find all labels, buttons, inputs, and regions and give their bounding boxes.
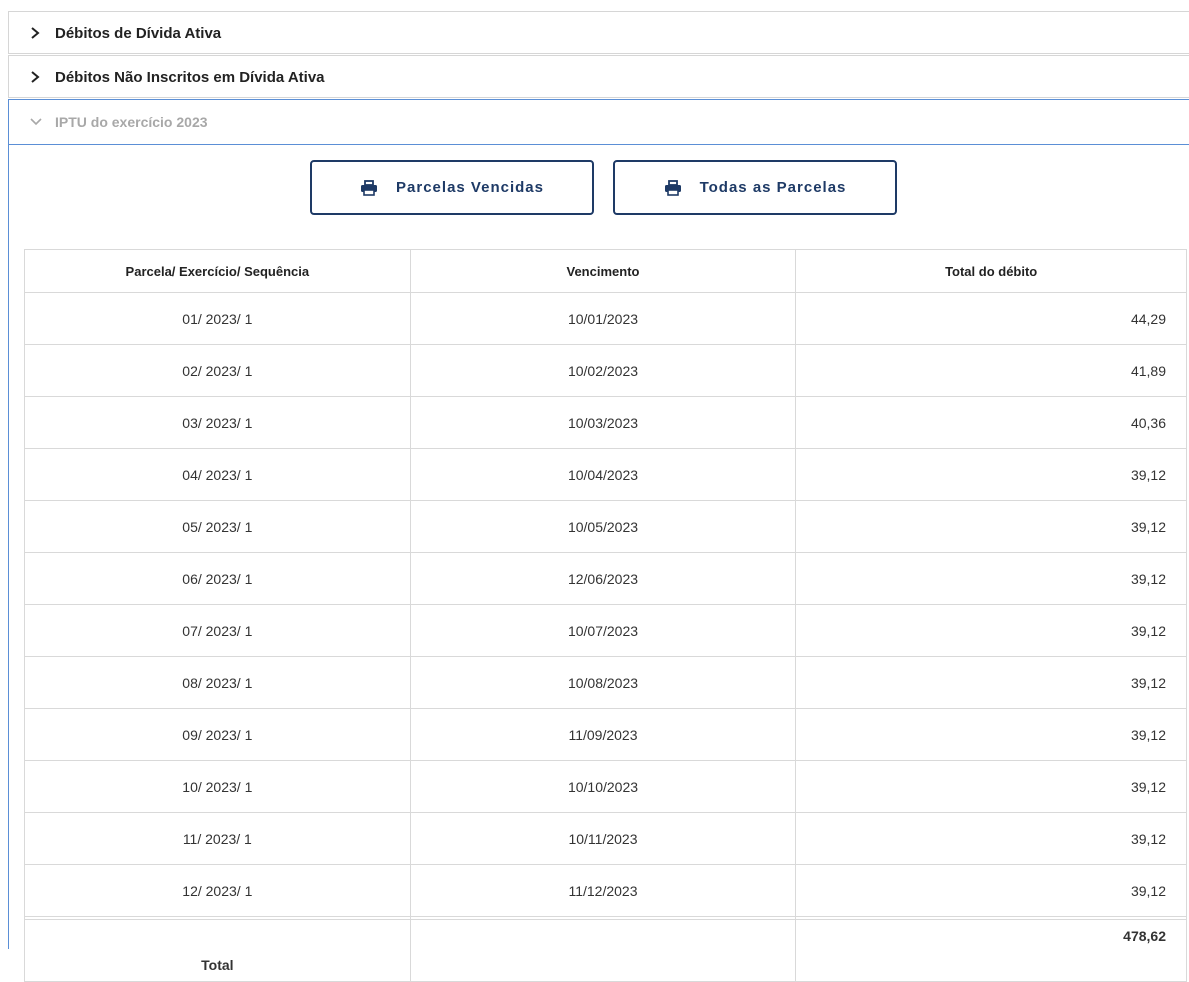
cell-parcela: 02/ 2023/ 1	[24, 344, 411, 397]
printer-icon	[664, 179, 682, 196]
table-header-row: Parcela/ Exercício/ Sequência Vencimento…	[24, 249, 1187, 293]
accordion-debitos-nao-inscritos[interactable]: Débitos Não Inscritos em Dívida Ativa	[8, 55, 1189, 98]
cell-total: 40,36	[795, 396, 1187, 449]
cell-vencimento: 10/01/2023	[409, 292, 797, 345]
table-row: 06/ 2023/ 1 12/06/2023 39,12	[24, 552, 1187, 605]
cell-vencimento: 10/02/2023	[409, 344, 797, 397]
cell-vencimento: 10/08/2023	[409, 656, 797, 709]
cell-total: 39,12	[795, 500, 1187, 553]
cell-total: 39,12	[795, 708, 1187, 761]
cell-parcela: 11/ 2023/ 1	[24, 812, 411, 865]
cell-total: 44,29	[795, 292, 1187, 345]
table-row: 09/ 2023/ 1 11/09/2023 39,12	[24, 708, 1187, 761]
table-row: 03/ 2023/ 1 10/03/2023 40,36	[24, 396, 1187, 449]
cell-parcela: 12/ 2023/ 1	[24, 864, 411, 917]
cell-parcela: 06/ 2023/ 1	[24, 552, 411, 605]
cell-total: 39,12	[795, 864, 1187, 917]
table-total-row: Total 478,62	[24, 919, 1187, 982]
total-empty-cell	[409, 919, 797, 982]
cell-parcela: 07/ 2023/ 1	[24, 604, 411, 657]
table-row: 10/ 2023/ 1 10/10/2023 39,12	[24, 760, 1187, 813]
cell-total: 39,12	[795, 604, 1187, 657]
total-label: Total	[24, 919, 411, 982]
cell-total: 39,12	[795, 812, 1187, 865]
cell-vencimento: 10/03/2023	[409, 396, 797, 449]
cell-total: 39,12	[795, 656, 1187, 709]
cell-vencimento: 11/12/2023	[409, 864, 797, 917]
table-row: 08/ 2023/ 1 10/08/2023 39,12	[24, 656, 1187, 709]
total-value: 478,62	[795, 919, 1187, 982]
cell-total: 39,12	[795, 448, 1187, 501]
cell-vencimento: 10/11/2023	[409, 812, 797, 865]
accordion-header[interactable]: IPTU do exercício 2023	[9, 100, 1189, 145]
cell-parcela: 03/ 2023/ 1	[24, 396, 411, 449]
column-header-parcela: Parcela/ Exercício/ Sequência	[24, 249, 411, 293]
chevron-down-icon	[29, 116, 47, 128]
accordion-debitos-divida-ativa[interactable]: Débitos de Dívida Ativa	[8, 11, 1189, 54]
parcelas-table: Parcela/ Exercício/ Sequência Vencimento…	[24, 249, 1187, 982]
chevron-right-icon	[29, 70, 47, 84]
printer-icon	[360, 179, 378, 196]
cell-vencimento: 11/09/2023	[409, 708, 797, 761]
table-row: 01/ 2023/ 1 10/01/2023 44,29	[24, 292, 1187, 345]
table-row: 11/ 2023/ 1 10/11/2023 39,12	[24, 812, 1187, 865]
chevron-right-icon	[29, 26, 47, 40]
cell-vencimento: 10/04/2023	[409, 448, 797, 501]
cell-vencimento: 10/07/2023	[409, 604, 797, 657]
table-row: 02/ 2023/ 1 10/02/2023 41,89	[24, 344, 1187, 397]
accordion-title: Débitos Não Inscritos em Dívida Ativa	[55, 68, 325, 86]
table-row: 05/ 2023/ 1 10/05/2023 39,12	[24, 500, 1187, 553]
cell-parcela: 05/ 2023/ 1	[24, 500, 411, 553]
accordion-header[interactable]: Débitos de Dívida Ativa	[9, 12, 1189, 54]
cell-parcela: 04/ 2023/ 1	[24, 448, 411, 501]
column-header-vencimento: Vencimento	[409, 249, 797, 293]
table-row: 07/ 2023/ 1 10/07/2023 39,12	[24, 604, 1187, 657]
cell-total: 41,89	[795, 344, 1187, 397]
cell-parcela: 01/ 2023/ 1	[24, 292, 411, 345]
accordion-header[interactable]: Débitos Não Inscritos em Dívida Ativa	[9, 56, 1189, 98]
table-row: 12/ 2023/ 1 11/12/2023 39,12	[24, 864, 1187, 917]
todas-parcelas-button[interactable]: Todas as Parcelas	[613, 160, 897, 215]
cell-parcela: 09/ 2023/ 1	[24, 708, 411, 761]
cell-vencimento: 10/10/2023	[409, 760, 797, 813]
button-label: Todas as Parcelas	[699, 179, 847, 196]
cell-total: 39,12	[795, 760, 1187, 813]
parcelas-vencidas-button[interactable]: Parcelas Vencidas	[310, 160, 594, 215]
cell-total: 39,12	[795, 552, 1187, 605]
table-row: 04/ 2023/ 1 10/04/2023 39,12	[24, 448, 1187, 501]
cell-vencimento: 10/05/2023	[409, 500, 797, 553]
cell-parcela: 08/ 2023/ 1	[24, 656, 411, 709]
cell-vencimento: 12/06/2023	[409, 552, 797, 605]
accordion-title: Débitos de Dívida Ativa	[55, 24, 222, 42]
cell-parcela: 10/ 2023/ 1	[24, 760, 411, 813]
accordion-title: IPTU do exercício 2023	[55, 114, 208, 130]
button-label: Parcelas Vencidas	[396, 179, 544, 196]
column-header-total: Total do débito	[795, 249, 1187, 293]
